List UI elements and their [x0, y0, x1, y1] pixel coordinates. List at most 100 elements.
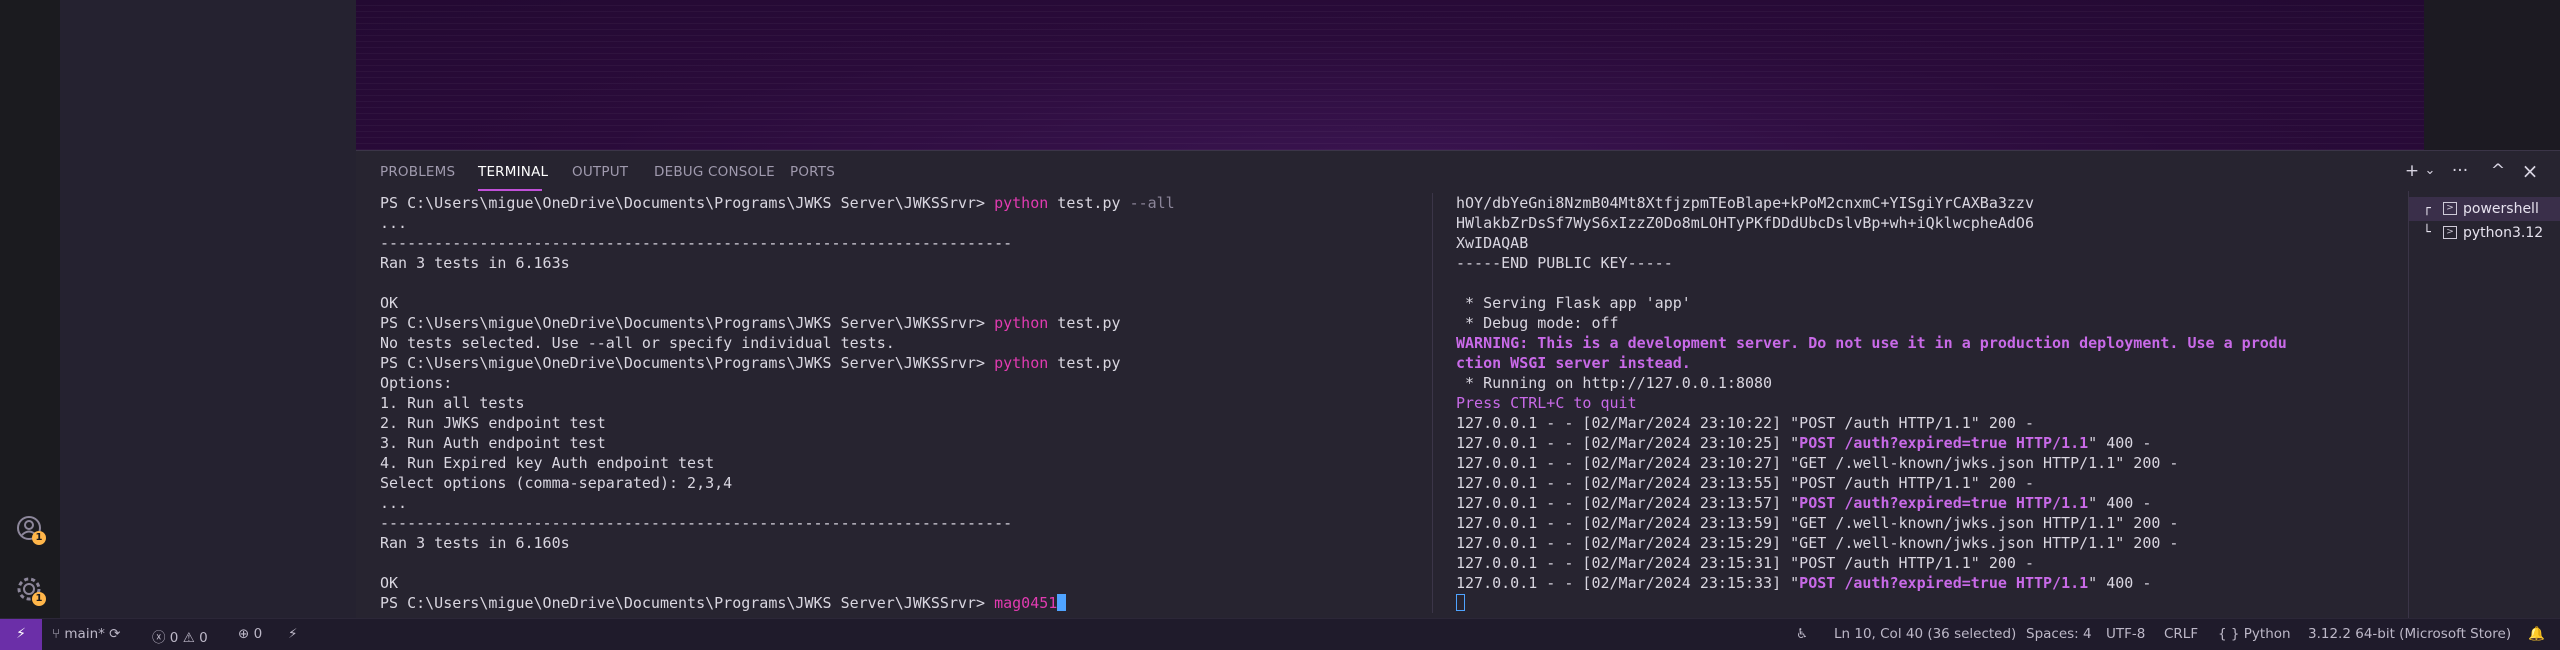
accessibility-icon[interactable]: ♿ [1796, 626, 1808, 642]
terminal-line: 127.0.0.1 - - [02/Mar/2024 23:15:31] "PO… [1456, 553, 2287, 573]
terminal-line: PS C:\Users\migue\OneDrive\Documents\Pro… [380, 193, 1175, 213]
branch-indicator[interactable]: ⑂ main* ⟳ [52, 626, 121, 642]
terminal-line: ----------------------------------------… [380, 513, 1175, 533]
end-of-line[interactable]: CRLF [2164, 626, 2198, 642]
terminal-line: 127.0.0.1 - - [02/Mar/2024 23:15:33] "PO… [1456, 573, 2287, 593]
tab-ports[interactable]: PORTS [790, 164, 835, 180]
more-actions-button[interactable]: ··· [2448, 159, 2472, 183]
terminal-text: 127.0.0.1 - - [02/Mar/2024 23:13:57] " [1456, 494, 1800, 512]
tab-debug-console[interactable]: DEBUG CONSOLE [654, 164, 775, 180]
terminal-line: ... [380, 493, 1175, 513]
branch-icon: ⑂ [52, 626, 65, 642]
terminal-line [1456, 593, 2287, 613]
ports-indicator[interactable]: ⊕ 0 [238, 626, 262, 642]
terminal-text: " 400 - [2088, 434, 2152, 452]
terminal-line: hOY/dbYeGni8NzmB04Mt8XtfjzpmTEoBlape+kPo… [1456, 193, 2287, 213]
terminal-text: 127.0.0.1 - - [02/Mar/2024 23:10:27] "GE… [1456, 454, 2179, 472]
terminal-text: -----END PUBLIC KEY----- [1456, 254, 1673, 272]
terminal-text: hOY/dbYeGni8NzmB04Mt8XtfjzpmTEoBlape+kPo… [1456, 194, 2034, 212]
tab-output[interactable]: OUTPUT [572, 164, 628, 180]
terminal-icon: > [2443, 226, 2457, 239]
cursor-position[interactable]: Ln 10, Col 40 (36 selected) [1834, 626, 2016, 642]
accounts-badge: 1 [32, 531, 46, 545]
terminal-list-item-powershell[interactable]: ┌ > powershell [2409, 197, 2560, 221]
maximize-panel-button[interactable]: ^ [2486, 159, 2510, 183]
terminal-line: 127.0.0.1 - - [02/Mar/2024 23:13:55] "PO… [1456, 473, 2287, 493]
status-bar: ⚡ ⑂ main* ⟳ ⓧ 0 ⚠ 0 ⊕ 0 ⚡ ♿ Ln 10, Col 4… [0, 618, 2560, 650]
editor-area[interactable] [356, 0, 2424, 150]
sync-icon: ⟳ [104, 626, 121, 642]
active-tab-indicator [478, 189, 542, 191]
terminal-line: Ran 3 tests in 6.163s [380, 253, 1175, 273]
bottom-panel: PROBLEMS TERMINAL OUTPUT DEBUG CONSOLE P… [356, 150, 2560, 619]
encoding[interactable]: UTF-8 [2106, 626, 2145, 642]
gear-icon[interactable]: 1 [14, 574, 46, 606]
terminal-text: POST /auth?expired=true HTTP/1.1 [1799, 434, 2089, 452]
terminal-text: mag0451 [994, 594, 1058, 612]
terminal-text: 127.0.0.1 - - [02/Mar/2024 23:15:31] "PO… [1456, 554, 2034, 572]
terminal-text: 127.0.0.1 - - [02/Mar/2024 23:13:59] "GE… [1456, 514, 2179, 532]
terminal-line: 127.0.0.1 - - [02/Mar/2024 23:13:59] "GE… [1456, 513, 2287, 533]
notifications-icon[interactable]: 🔔 [2528, 626, 2545, 642]
remote-icon[interactable]: ⚡ [0, 619, 42, 650]
terminal-list-item-python[interactable]: └ > python3.12 [2409, 221, 2560, 245]
terminal-line: 127.0.0.1 - - [02/Mar/2024 23:10:25] "PO… [1456, 433, 2287, 453]
ports-count: 0 [253, 626, 263, 642]
terminal-line: Press CTRL+C to quit [1456, 393, 2287, 413]
terminal-line: WARNING: This is a development server. D… [1456, 333, 2287, 353]
side-bar [60, 0, 356, 618]
terminal-text: python [994, 194, 1049, 212]
terminal-text: POST /auth?expired=true HTTP/1.1 [1799, 574, 2089, 592]
problems-indicator[interactable]: ⓧ 0 ⚠ 0 [152, 626, 208, 646]
terminal-powershell[interactable]: PS C:\Users\migue\OneDrive\Documents\Pro… [380, 193, 1175, 613]
terminal-line: 3. Run Auth endpoint test [380, 433, 1175, 453]
error-count: 0 [169, 630, 179, 646]
terminal-text: test.py [1048, 354, 1121, 372]
terminal-line: * Serving Flask app 'app' [1456, 293, 2287, 313]
terminal-text: XwIDAQAB [1456, 234, 1529, 252]
terminal-list: ┌ > powershell └ > python3.12 [2408, 191, 2560, 619]
minimap[interactable] [2424, 0, 2560, 150]
warning-icon: ⚠ [182, 630, 200, 646]
tab-problems[interactable]: PROBLEMS [380, 164, 455, 180]
warning-count: 0 [199, 630, 208, 646]
terminal-text: Select options (comma-separated): 2,3,4 [380, 474, 733, 492]
braces-icon: { } [2218, 626, 2244, 642]
terminal-line: OK [380, 293, 1175, 313]
terminal-text: * Serving Flask app 'app' [1456, 294, 1691, 312]
terminal-python[interactable]: hOY/dbYeGni8NzmB04Mt8XtfjzpmTEoBlape+kPo… [1456, 193, 2287, 613]
terminal-text: Press CTRL+C to quit [1456, 394, 1637, 412]
terminal-text: ----------------------------------------… [380, 514, 1013, 532]
terminal-split-divider[interactable] [1432, 193, 1433, 613]
terminal-text: PS C:\Users\migue\OneDrive\Documents\Pro… [380, 594, 995, 612]
terminal-dropdown-button[interactable]: ⌄ [2418, 159, 2442, 183]
terminal-text: PS C:\Users\migue\OneDrive\Documents\Pro… [380, 194, 995, 212]
tab-terminal[interactable]: TERMINAL [478, 164, 548, 180]
no-bell-icon[interactable]: ⚡ [288, 626, 297, 642]
terminal-text: PS C:\Users\migue\OneDrive\Documents\Pro… [380, 354, 995, 372]
terminal-line: XwIDAQAB [1456, 233, 2287, 253]
terminal-line: 127.0.0.1 - - [02/Mar/2024 23:13:57] "PO… [1456, 493, 2287, 513]
close-panel-button[interactable]: × [2518, 159, 2542, 183]
indentation[interactable]: Spaces: 4 [2026, 626, 2092, 642]
python-interpreter[interactable]: 3.12.2 64-bit (Microsoft Store) [2308, 626, 2511, 642]
terminal-line: PS C:\Users\migue\OneDrive\Documents\Pro… [380, 313, 1175, 333]
terminal-text: OK [380, 294, 399, 312]
terminal-text: python [994, 314, 1049, 332]
terminal-line: 127.0.0.1 - - [02/Mar/2024 23:10:27] "GE… [1456, 453, 2287, 473]
terminal-line: * Debug mode: off [1456, 313, 2287, 333]
terminal-line: Options: [380, 373, 1175, 393]
terminal-text: * Debug mode: off [1456, 314, 1619, 332]
terminal-text: POST /auth?expired=true HTTP/1.1 [1799, 494, 2089, 512]
terminal-list-label: python3.12 [2463, 225, 2544, 241]
language-mode[interactable]: { } Python [2218, 626, 2291, 642]
terminal-list-label: powershell [2463, 201, 2539, 217]
account-icon[interactable]: 1 [14, 513, 46, 545]
terminal-text: No tests selected. Use --all or specify … [380, 334, 895, 352]
terminal-text: python [994, 354, 1049, 372]
terminal-text: test.py [1048, 194, 1130, 212]
terminal-text: " 400 - [2088, 574, 2152, 592]
terminal-line: Ran 3 tests in 6.160s [380, 533, 1175, 553]
tree-connector: ┌ [2423, 201, 2431, 216]
